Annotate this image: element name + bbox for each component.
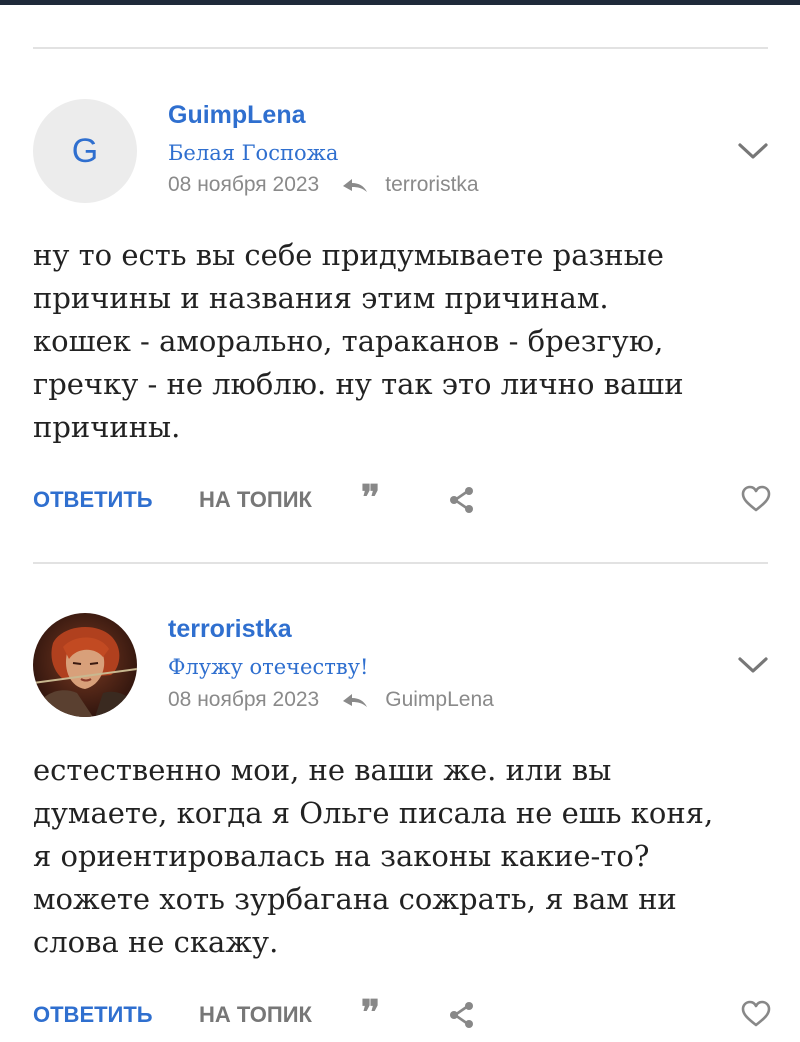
to-topic-button[interactable]: НА ТОПИК <box>199 485 312 515</box>
reply-button[interactable]: ОТВЕТИТЬ <box>33 1000 153 1030</box>
quote-icon[interactable]: ❜❜ <box>361 996 380 1030</box>
heart-icon[interactable] <box>741 1000 771 1028</box>
username[interactable]: terroristka <box>168 615 292 644</box>
comment-text-line: кошек - аморально, тараканов - брезгую, <box>33 324 664 358</box>
comment-date[interactable]: 08 ноября 2023 <box>168 688 319 712</box>
comment-text-line: причины. <box>33 410 181 444</box>
avatar[interactable] <box>33 613 137 717</box>
avatar[interactable]: G <box>33 99 137 203</box>
comment-text-line: естественно мои, не ваши же. или вы <box>33 753 612 787</box>
comment-text-line: думаете, когда я Ольге писала не ешь кон… <box>33 796 714 830</box>
avatar-letter: G <box>71 131 99 170</box>
heart-icon[interactable] <box>741 485 771 513</box>
comment-text-line: слова не скажу. <box>33 925 279 959</box>
username[interactable]: GuimpLena <box>168 101 306 130</box>
comment-meta: 08 ноября 2023 terroristka <box>168 173 479 197</box>
reply-to-user[interactable]: terroristka <box>385 173 478 197</box>
comment-date[interactable]: 08 ноября 2023 <box>168 173 319 197</box>
divider <box>33 47 768 49</box>
comment-actions: ОТВЕТИТЬ НА ТОПИК ❜❜ <box>33 481 773 515</box>
share-icon[interactable] <box>448 1001 476 1029</box>
comment-meta: 08 ноября 2023 GuimpLena <box>168 688 494 712</box>
reply-to-user[interactable]: GuimpLena <box>385 688 494 712</box>
comment-text-line: ну то есть вы себе придумываете разные <box>33 238 664 272</box>
reply-arrow-icon <box>343 694 368 707</box>
comment-text-line: можете хоть зурбагана сожрать, я вам ни <box>33 882 677 916</box>
quote-icon[interactable]: ❜❜ <box>361 481 380 515</box>
top-bar <box>0 0 800 5</box>
comment-text: ну то есть вы себе придумываете разные п… <box>33 234 773 449</box>
user-status: Флужу отечеству! <box>168 655 369 679</box>
comment-text-line: причины и названия этим причинам. <box>33 281 609 315</box>
share-icon[interactable] <box>448 486 476 514</box>
divider <box>33 562 768 564</box>
avatar-image <box>33 613 137 717</box>
comment-text-line: гречку - не люблю. ну так это лично ваши <box>33 367 684 401</box>
comment-text-line: я ориентировалась на законы какие-то? <box>33 839 650 873</box>
reply-button[interactable]: ОТВЕТИТЬ <box>33 485 153 515</box>
comment-actions: ОТВЕТИТЬ НА ТОПИК ❜❜ <box>33 996 773 1030</box>
reply-arrow-icon <box>343 179 368 192</box>
to-topic-button[interactable]: НА ТОПИК <box>199 1000 312 1030</box>
comment-text: естественно мои, не ваши же. или вы дума… <box>33 749 773 964</box>
chevron-down-icon[interactable] <box>736 140 770 162</box>
chevron-down-icon[interactable] <box>736 654 770 676</box>
user-status: Белая Госпожа <box>168 141 339 165</box>
